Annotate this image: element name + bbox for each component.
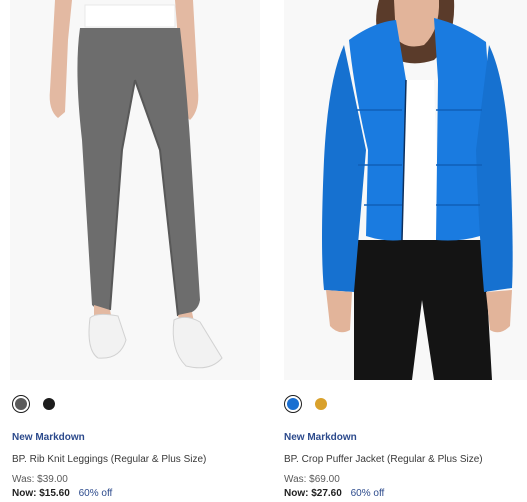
now-price: Now: $15.60: [12, 488, 70, 499]
product-image-jacket[interactable]: [284, 0, 527, 380]
swatch-gray-dot: [15, 398, 27, 410]
new-markdown-badge: New Markdown: [12, 432, 85, 443]
new-markdown-badge: New Markdown: [284, 432, 357, 443]
now-price-row: Now: $27.60 60% off: [284, 488, 384, 499]
product-card-jacket[interactable]: New Markdown BP. Crop Puffer Jacket (Reg…: [272, 0, 527, 502]
was-price: Was: $69.00: [284, 474, 340, 485]
now-price: Now: $27.60: [284, 488, 342, 499]
swatch-blue-dot: [287, 398, 299, 410]
discount-label: 60% off: [78, 488, 113, 499]
swatch-black-dot: [43, 398, 55, 410]
product-image-leggings[interactable]: [10, 0, 260, 380]
product-title[interactable]: BP. Rib Knit Leggings (Regular & Plus Si…: [12, 454, 206, 465]
swatch-gray[interactable]: [12, 395, 30, 413]
discount-label: 60% off: [350, 488, 385, 499]
swatch-black[interactable]: [40, 395, 58, 413]
now-price-row: Now: $15.60 60% off: [12, 488, 112, 499]
was-price: Was: $39.00: [12, 474, 68, 485]
product-title[interactable]: BP. Crop Puffer Jacket (Regular & Plus S…: [284, 454, 483, 465]
swatch-gold[interactable]: [312, 395, 330, 413]
swatch-gold-dot: [315, 398, 327, 410]
color-swatches: [12, 395, 58, 413]
color-swatches: [284, 395, 330, 413]
product-card-leggings[interactable]: New Markdown BP. Rib Knit Leggings (Regu…: [0, 0, 260, 502]
swatch-blue[interactable]: [284, 395, 302, 413]
